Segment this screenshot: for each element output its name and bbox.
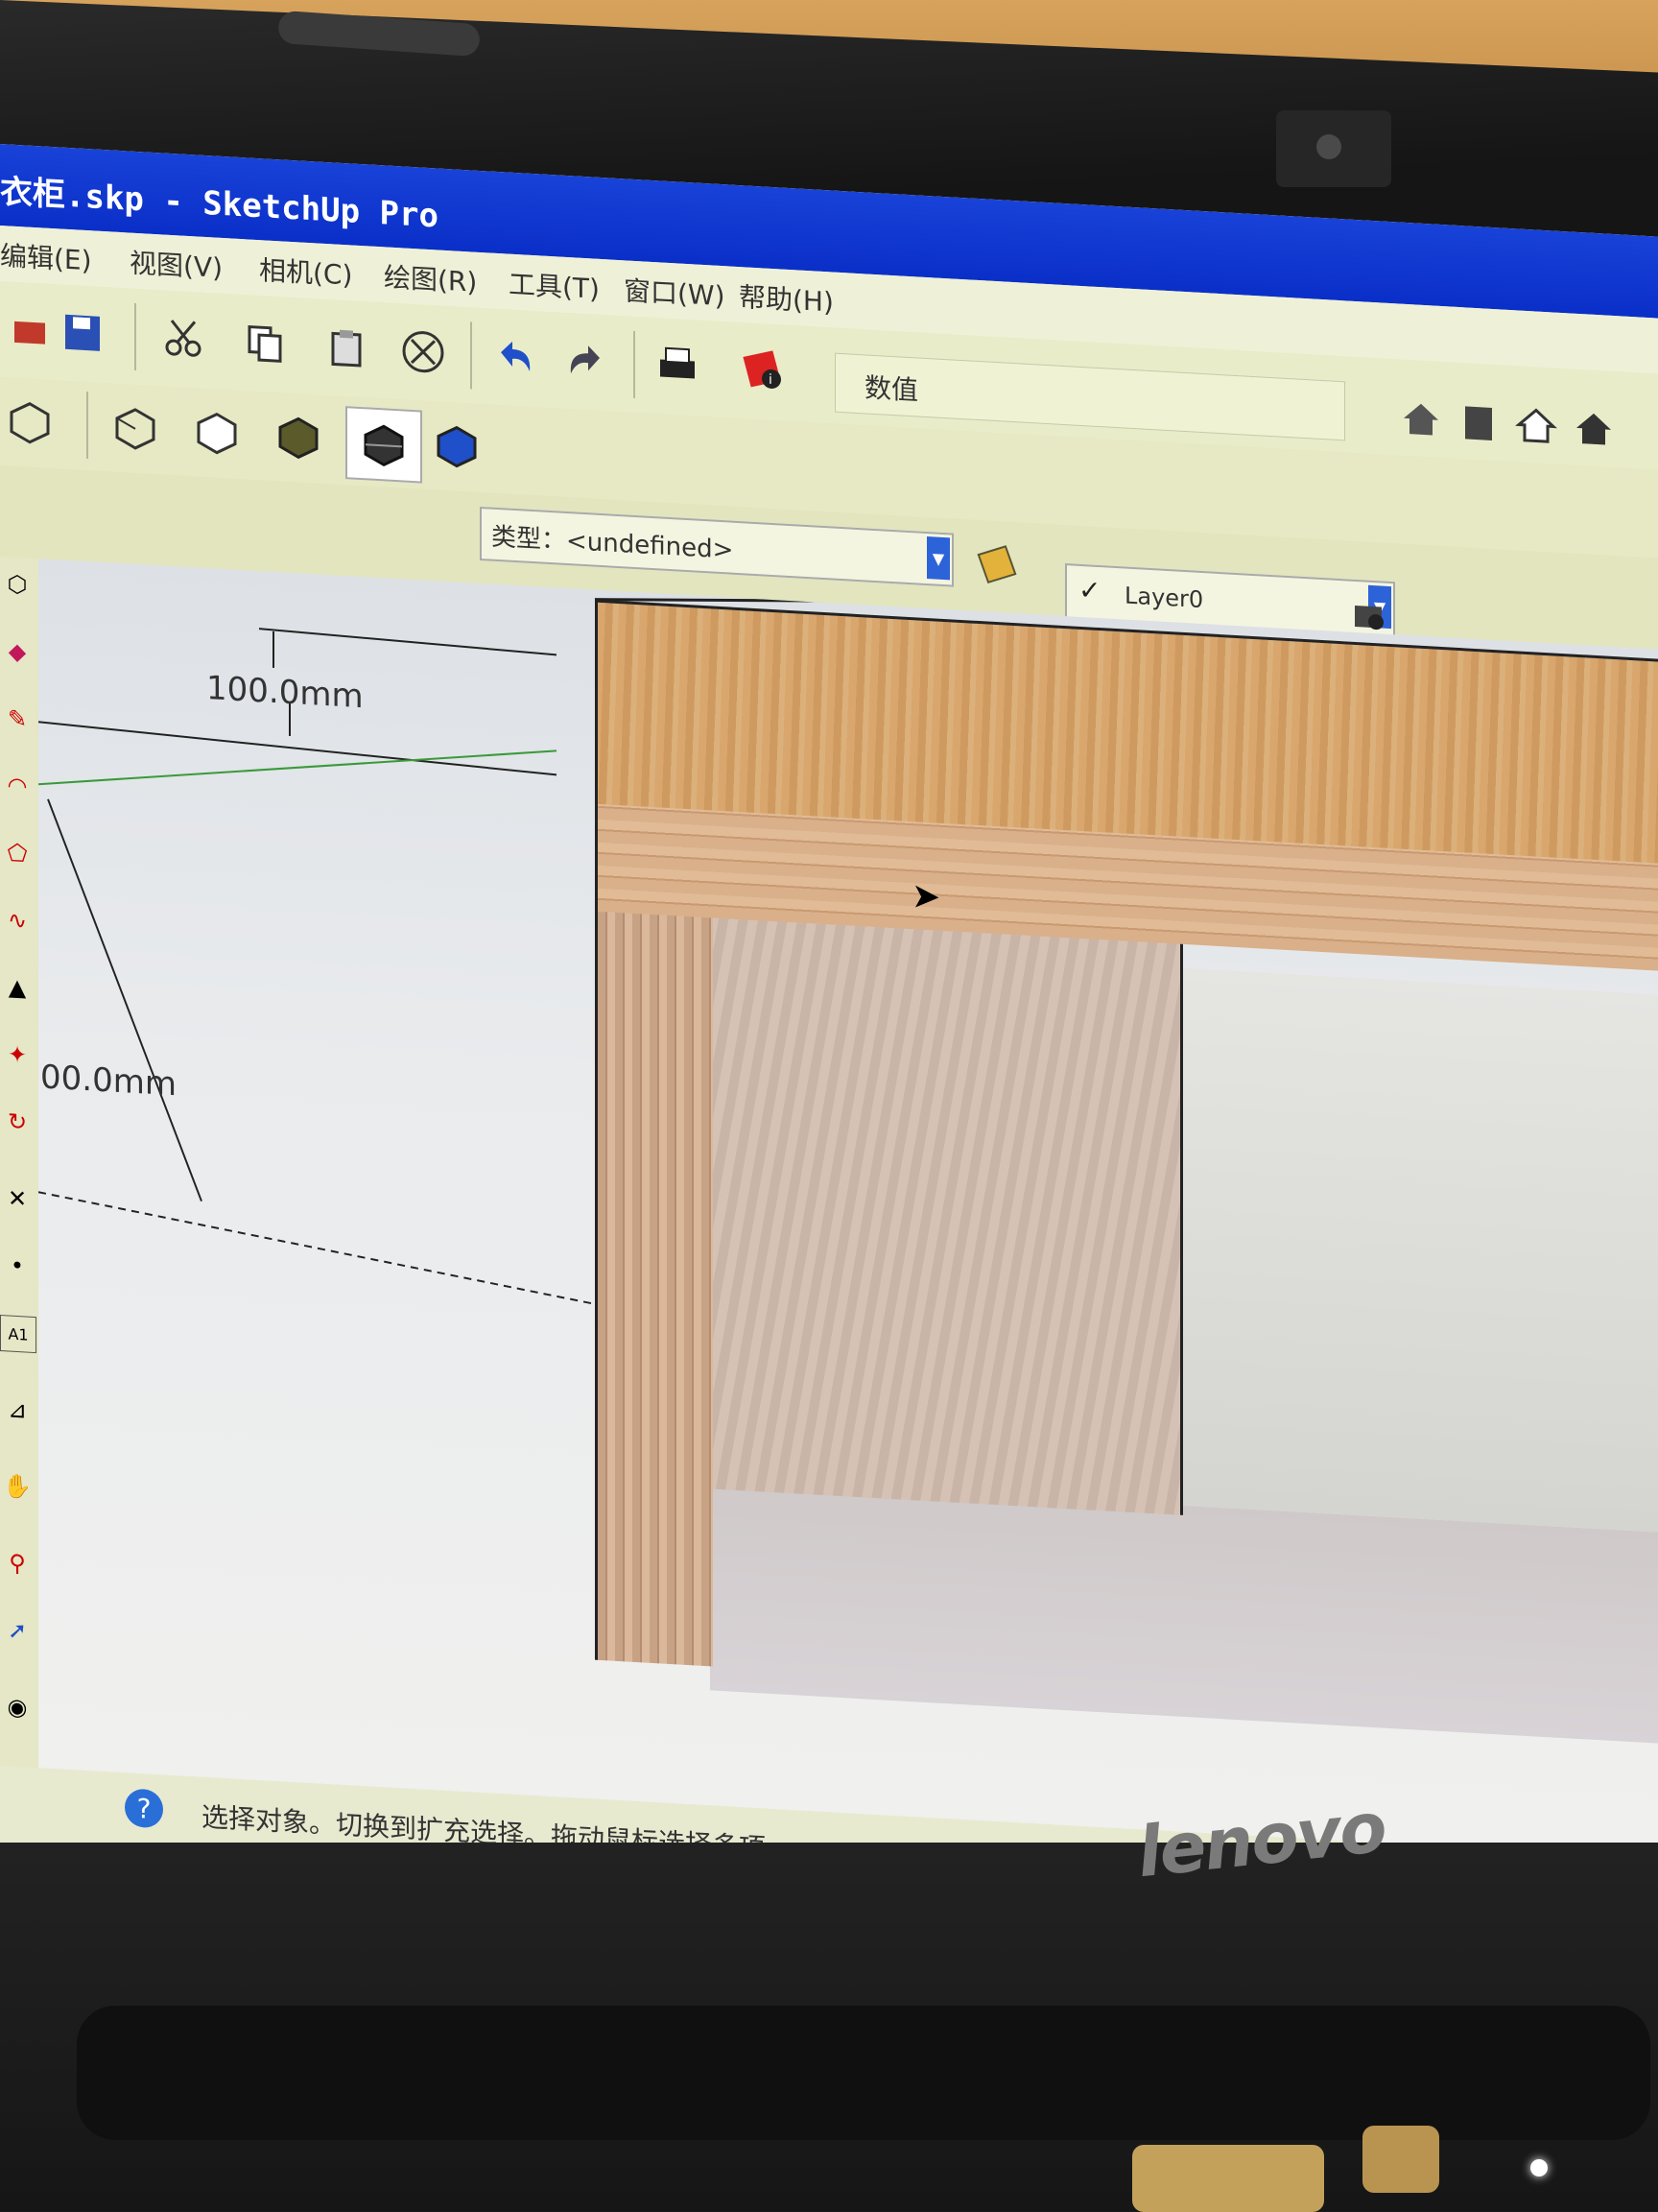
menu-tools[interactable]: 工具(T) — [509, 264, 600, 307]
copy-icon[interactable] — [235, 312, 295, 374]
type-value: 类型：<undefined> — [491, 522, 734, 565]
save-icon[interactable] — [53, 301, 112, 364]
iso-view-icon[interactable] — [0, 391, 59, 453]
webcam-lens-icon — [1316, 134, 1341, 159]
paste-icon[interactable] — [317, 316, 376, 378]
follow-me-icon[interactable]: ✦ — [0, 1036, 35, 1073]
menu-help[interactable]: 帮助(H) — [739, 276, 834, 321]
status-led-icon — [1530, 2159, 1548, 2176]
menu-draw[interactable]: 绘图(R) — [384, 256, 477, 299]
undo-icon[interactable] — [485, 325, 544, 388]
mouse-cursor-icon: ➤ — [912, 876, 941, 917]
separator — [134, 302, 136, 370]
text-icon[interactable]: A1 — [0, 1315, 36, 1354]
power-button[interactable] — [1132, 2145, 1324, 2212]
layer-value: Layer0 — [1125, 582, 1204, 614]
separator — [633, 330, 635, 399]
warehouse-icon[interactable] — [1391, 388, 1451, 450]
shaded-style-icon[interactable] — [269, 406, 328, 468]
chevron-down-icon[interactable]: ▼ — [927, 536, 950, 581]
protractor-icon[interactable]: • — [0, 1248, 35, 1284]
monochrome-style-icon[interactable] — [427, 415, 486, 477]
print-icon[interactable] — [648, 335, 707, 397]
redo-icon[interactable] — [557, 329, 616, 392]
svg-text:i: i — [769, 372, 772, 388]
measurements-label: 数值 — [865, 371, 919, 407]
zoom-icon[interactable]: ⚲ — [0, 1545, 35, 1582]
open-icon[interactable] — [0, 298, 59, 361]
paint-bucket-icon[interactable]: ◆ — [0, 633, 35, 670]
xray-style-icon[interactable] — [106, 396, 165, 459]
menu-view[interactable]: 视图(V) — [130, 243, 223, 286]
window-title: 衣柜.skp - SketchUp Pro — [0, 173, 438, 236]
hidden-line-style-icon[interactable] — [187, 401, 247, 464]
model-viewport[interactable]: 100.0mm 00.0mm ➤ — [38, 559, 1658, 1863]
cabinet-back-panel — [1180, 967, 1658, 1538]
separator — [470, 321, 472, 390]
axes-icon[interactable]: ⊿ — [0, 1391, 35, 1428]
type-combobox[interactable]: 类型：<undefined> ▼ — [480, 506, 954, 587]
novo-button[interactable] — [1362, 2126, 1439, 2193]
freehand-icon[interactable]: ∿ — [0, 902, 35, 939]
laptop-screen: 衣柜.skp - SketchUp Pro 编辑(E) 视图(V) 相机(C) … — [0, 144, 1658, 1997]
polygon-icon[interactable]: ⬠ — [0, 835, 35, 871]
select-icon[interactable]: ⬡ — [0, 566, 35, 603]
menu-window[interactable]: 窗口(W) — [624, 270, 725, 314]
cut-icon[interactable] — [154, 307, 213, 369]
cabinet-side-frame — [595, 796, 713, 1667]
push-pull-icon[interactable]: ▲ — [0, 969, 35, 1006]
help-icon[interactable]: ? — [125, 1788, 163, 1829]
shaded-textures-style-icon[interactable] — [345, 406, 422, 484]
checkmark-icon: ✓ — [1078, 573, 1101, 607]
separator — [86, 392, 88, 460]
cabinet-inner-wall — [710, 913, 1183, 1515]
dimension-label-left: 00.0mm — [40, 1058, 177, 1105]
look-around-eye-icon[interactable]: ◉ — [0, 1689, 35, 1725]
zoom-extents-icon[interactable]: ➚ — [0, 1612, 35, 1649]
share-model-icon[interactable] — [1564, 397, 1623, 460]
pan-hand-icon[interactable]: ✋ — [0, 1468, 35, 1505]
pencil-icon[interactable]: ✎ — [0, 701, 35, 737]
components-icon[interactable] — [1449, 391, 1508, 453]
tools-palette: ⬡ ◆ ✎ ◠ ⬠ ∿ ▲ ✦ ↻ ✕ • A1 ⊿ ✋ ⚲ ➚ ◉ — [0, 557, 38, 1903]
erase-icon[interactable] — [393, 321, 453, 383]
model-info-icon[interactable]: i — [734, 340, 793, 402]
layer-tools-icon[interactable] — [969, 535, 1029, 597]
rotate-icon[interactable]: ↻ — [0, 1104, 35, 1140]
home-icon[interactable] — [1506, 394, 1566, 457]
menu-edit[interactable]: 编辑(E) — [0, 235, 92, 278]
laptop-hinge — [77, 2006, 1650, 2140]
tape-measure-icon[interactable]: ✕ — [0, 1180, 35, 1217]
menu-camera[interactable]: 相机(C) — [259, 250, 352, 293]
arc-icon[interactable]: ◠ — [0, 768, 35, 804]
